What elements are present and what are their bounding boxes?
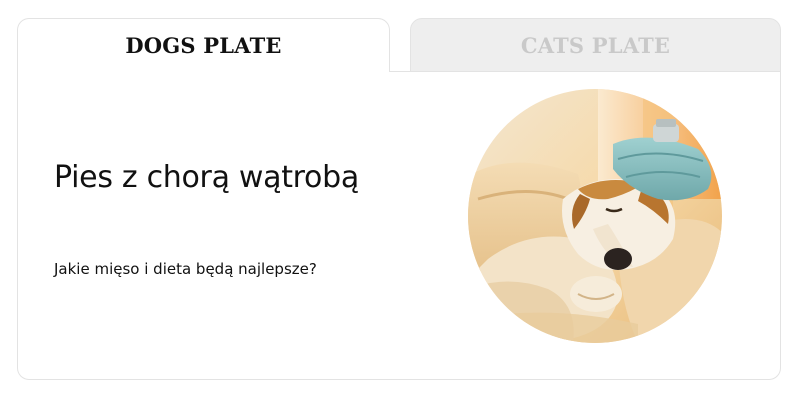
tab-dogs-plate[interactable]: DOGS PLATE (17, 18, 390, 72)
article-image[interactable] (468, 89, 722, 343)
plate-widget: DOGS PLATE CATS PLATE Pies z chorą wątro… (0, 0, 800, 400)
tab-divider (390, 71, 781, 72)
tab-cats-plate-label: CATS PLATE (520, 32, 671, 58)
article-title[interactable]: Pies z chorą wątrobą (54, 160, 359, 195)
sick-dog-image (468, 89, 722, 343)
article-subtitle: Jakie mięso i dieta będą najlepsze? (54, 260, 317, 278)
tab-cats-plate[interactable]: CATS PLATE (410, 18, 781, 72)
tab-dogs-plate-label: DOGS PLATE (125, 33, 282, 58)
